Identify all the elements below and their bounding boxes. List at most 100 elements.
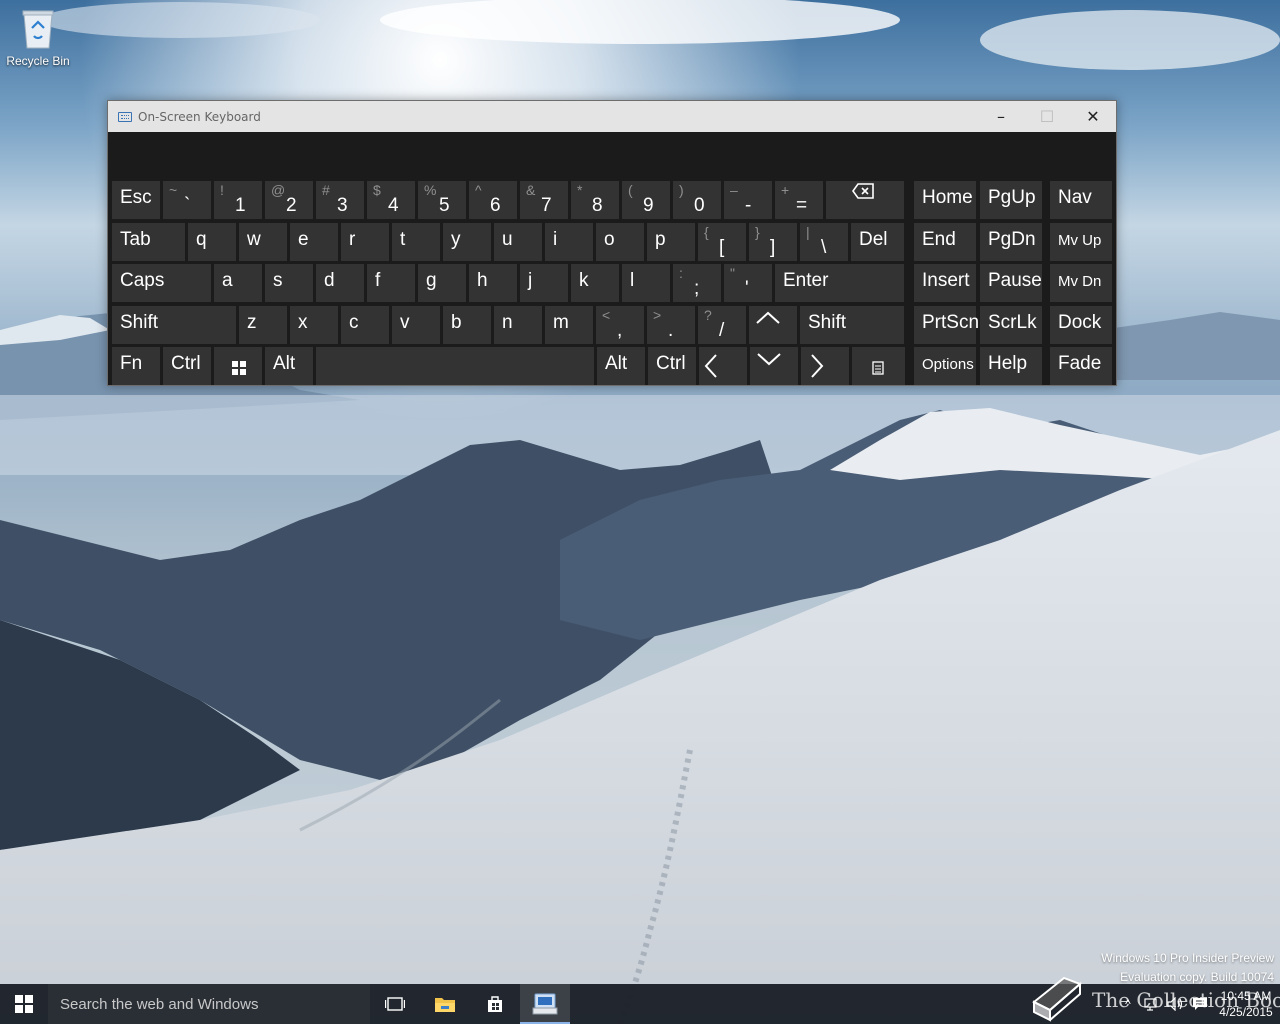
key-caps[interactable]: Caps — [112, 264, 211, 302]
key-4[interactable]: $4 — [367, 181, 415, 219]
key-equals[interactable]: + = — [775, 181, 823, 219]
key-rbracket[interactable]: }] — [749, 223, 797, 261]
key-right[interactable] — [801, 347, 849, 385]
key-o[interactable]: o — [596, 223, 644, 261]
key-y[interactable]: y — [443, 223, 491, 261]
key-space[interactable] — [316, 347, 594, 385]
key-base-char: 0 — [694, 195, 705, 216]
key-lshift[interactable]: Shift — [112, 306, 236, 344]
key-u[interactable]: u — [494, 223, 542, 261]
key-backspace[interactable] — [826, 181, 904, 219]
key-menu[interactable] — [852, 347, 905, 385]
key-label: Enter — [783, 270, 829, 291]
key-base-char: ' — [745, 278, 749, 299]
key-dock[interactable]: Dock — [1050, 306, 1112, 344]
key-3[interactable]: #3 — [316, 181, 364, 219]
key-9[interactable]: (9 — [622, 181, 670, 219]
file-explorer-button[interactable] — [420, 984, 470, 1024]
start-button[interactable] — [0, 984, 48, 1024]
key-enter[interactable]: Enter — [775, 264, 904, 302]
store-button[interactable] — [470, 984, 520, 1024]
key-j[interactable]: j — [520, 264, 568, 302]
key-b[interactable]: b — [443, 306, 491, 344]
key-ralt[interactable]: Alt — [597, 347, 645, 385]
key-minus[interactable]: – - — [724, 181, 772, 219]
key-7[interactable]: & 7 — [520, 181, 568, 219]
key-g[interactable]: g — [418, 264, 466, 302]
close-button[interactable]: ✕ — [1070, 101, 1116, 132]
key-1[interactable]: ! 1 — [214, 181, 262, 219]
key-scrlk[interactable]: ScrLk — [980, 306, 1042, 344]
key-pgup[interactable]: PgUp — [980, 181, 1042, 219]
key-0[interactable]: ) 0 — [673, 181, 721, 219]
key-n[interactable]: n — [494, 306, 542, 344]
key-a[interactable]: a — [214, 264, 262, 302]
key-prtscn[interactable]: PrtScn — [914, 306, 979, 344]
key-rctrl[interactable]: Ctrl — [648, 347, 696, 385]
key-mvup[interactable]: Mv Up — [1050, 223, 1112, 261]
key-v[interactable]: v — [392, 306, 440, 344]
key-f[interactable]: f — [367, 264, 415, 302]
key-pause[interactable]: Pause — [980, 264, 1042, 302]
key-period[interactable]: >. — [647, 306, 695, 344]
key-esc[interactable]: Esc — [112, 181, 160, 219]
key-s[interactable]: s — [265, 264, 313, 302]
key-d[interactable]: d — [316, 264, 364, 302]
key-r[interactable]: r — [341, 223, 389, 261]
key-t[interactable]: t — [392, 223, 440, 261]
key-del[interactable]: Del — [851, 223, 904, 261]
on-screen-keyboard-window: On-Screen Keyboard – ☐ ✕ Esc ~ `! 1 @2 #3 $4% 5… — [107, 100, 1117, 386]
arrow-down-icon — [757, 353, 781, 366]
key-l[interactable]: l — [622, 264, 670, 302]
maximize-button[interactable]: ☐ — [1024, 101, 1070, 132]
minimize-button[interactable]: – — [978, 101, 1024, 132]
key-end[interactable]: End — [914, 223, 976, 261]
key-lalt[interactable]: Alt — [265, 347, 313, 385]
key-backslash[interactable]: | \ — [800, 223, 848, 261]
key-z[interactable]: z — [239, 306, 287, 344]
key-backquote[interactable]: ~ ` — [163, 181, 211, 219]
key-lbracket[interactable]: {[ — [698, 223, 746, 261]
key-fade[interactable]: Fade — [1050, 347, 1112, 385]
key-insert[interactable]: Insert — [914, 264, 976, 302]
key-q[interactable]: q — [188, 223, 236, 261]
key-rshift[interactable]: Shift — [800, 306, 904, 344]
key-5[interactable]: % 5 — [418, 181, 466, 219]
key-comma[interactable]: <, — [596, 306, 644, 344]
key-6[interactable]: ^ 6 — [469, 181, 517, 219]
key-k[interactable]: k — [571, 264, 619, 302]
key-p[interactable]: p — [647, 223, 695, 261]
key-m[interactable]: m — [545, 306, 593, 344]
key-2[interactable]: @2 — [265, 181, 313, 219]
key-quote[interactable]: " ' — [724, 264, 772, 302]
window-title-bar[interactable]: On-Screen Keyboard – ☐ ✕ — [108, 101, 1116, 132]
key-down[interactable] — [750, 347, 798, 385]
on-screen-keyboard-icon — [532, 993, 558, 1015]
key-mvdn[interactable]: Mv Dn — [1050, 264, 1112, 302]
key-c[interactable]: c — [341, 306, 389, 344]
key-up[interactable] — [749, 306, 797, 344]
key-pgdn[interactable]: PgDn — [980, 223, 1042, 261]
key-win[interactable] — [214, 347, 262, 385]
key-8[interactable]: * 8 — [571, 181, 619, 219]
key-lctrl[interactable]: Ctrl — [163, 347, 211, 385]
key-e[interactable]: e — [290, 223, 338, 261]
recycle-bin-desktop-icon[interactable]: Recycle Bin — [4, 8, 72, 68]
key-fn[interactable]: Fn — [112, 347, 160, 385]
key-x[interactable]: x — [290, 306, 338, 344]
task-view-button[interactable] — [370, 984, 420, 1024]
key-tab[interactable]: Tab — [112, 223, 185, 261]
key-semicolon[interactable]: :; — [673, 264, 721, 302]
key-help[interactable]: Help — [980, 347, 1042, 385]
key-slash[interactable]: ? / — [698, 306, 746, 344]
osk-taskbar-button[interactable] — [520, 984, 570, 1024]
key-base-char: 4 — [388, 195, 399, 216]
key-options[interactable]: Options — [914, 347, 976, 385]
search-box[interactable]: Search the web and Windows — [48, 984, 370, 1024]
key-h[interactable]: h — [469, 264, 517, 302]
key-w[interactable]: w — [239, 223, 287, 261]
key-left[interactable] — [699, 347, 747, 385]
key-i[interactable]: i — [545, 223, 593, 261]
key-nav[interactable]: Nav — [1050, 181, 1112, 219]
key-home[interactable]: Home — [914, 181, 976, 219]
